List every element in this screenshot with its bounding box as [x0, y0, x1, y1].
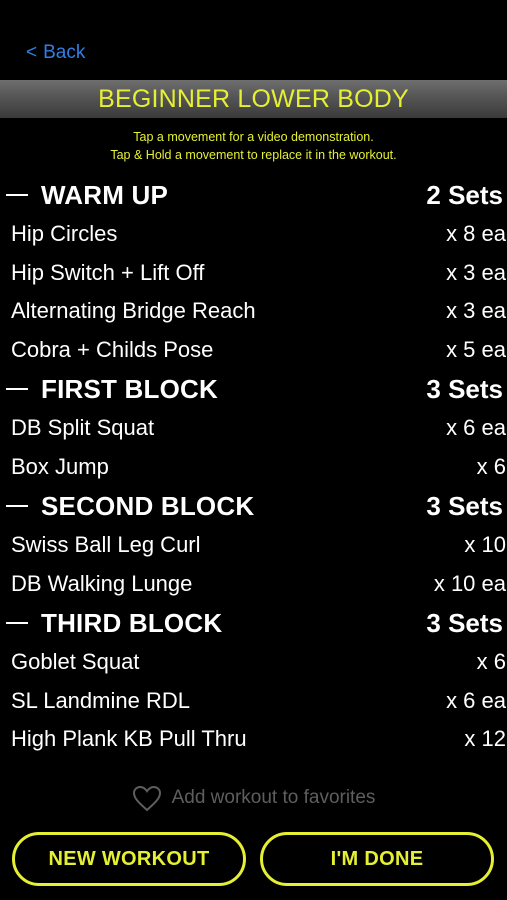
heart-outline-icon: [132, 785, 161, 811]
exercise-row[interactable]: Goblet Squat x 6: [0, 643, 507, 682]
section-header-second-block[interactable]: SECOND BLOCK 3 Sets: [0, 486, 507, 526]
exercise-reps: x 6 ea: [446, 687, 506, 713]
exercise-name: High Plank KB Pull Thru: [11, 726, 247, 752]
instruction-line-tap: Tap a movement for a video demonstration…: [133, 130, 374, 144]
exercise-reps: x 6: [476, 453, 506, 479]
exercise-name: Box Jump: [11, 453, 109, 479]
exercise-row[interactable]: Alternating Bridge Reach x 3 ea: [0, 292, 507, 331]
exercise-name: SL Landmine RDL: [11, 687, 190, 713]
exercise-row[interactable]: SL Landmine RDL x 6 ea: [0, 682, 507, 721]
back-chevron-icon: <: [26, 42, 38, 63]
section-header-third-block[interactable]: THIRD BLOCK 3 Sets: [0, 603, 507, 643]
exercise-row[interactable]: Hip Switch + Lift Off x 3 ea: [0, 254, 507, 293]
section-title: THIRD BLOCK: [41, 607, 223, 638]
section-sets: 2 Sets: [426, 179, 503, 210]
new-workout-button[interactable]: NEW WORKOUT: [12, 832, 246, 886]
exercise-reps: x 10 ea: [433, 570, 506, 596]
exercise-reps: x 10: [464, 532, 506, 558]
exercise-reps: x 3 ea: [446, 298, 506, 324]
section-title: FIRST BLOCK: [41, 373, 218, 404]
exercise-name: Goblet Squat: [11, 649, 140, 675]
collapse-dash-icon: [6, 193, 28, 197]
exercise-reps: x 6: [476, 649, 506, 675]
exercise-name: Alternating Bridge Reach: [11, 298, 256, 324]
page-title: BEGINNER LOWER BODY: [98, 84, 409, 113]
add-to-favorites-button[interactable]: Add workout to favorites: [0, 782, 507, 814]
collapse-dash-icon: [6, 621, 28, 625]
collapse-dash-icon: [6, 387, 28, 391]
workout-list: WARM UP 2 Sets Hip Circles x 8 ea Hip Sw…: [0, 175, 507, 759]
exercise-reps: x 5 ea: [446, 336, 506, 362]
exercise-name: Hip Switch + Lift Off: [11, 259, 205, 285]
instruction-line-hold: Tap & Hold a movement to replace it in t…: [110, 148, 397, 162]
exercise-name: Cobra + Childs Pose: [11, 336, 214, 362]
exercise-row[interactable]: Cobra + Childs Pose x 5 ea: [0, 331, 507, 370]
exercise-row[interactable]: Swiss Ball Leg Curl x 10: [0, 526, 507, 565]
exercise-row[interactable]: DB Split Squat x 6 ea: [0, 409, 507, 448]
section-header-warm-up[interactable]: WARM UP 2 Sets: [0, 175, 507, 215]
section-title: WARM UP: [41, 179, 169, 210]
exercise-name: Hip Circles: [11, 221, 118, 247]
exercise-row[interactable]: High Plank KB Pull Thru x 12: [0, 720, 507, 759]
collapse-dash-icon: [6, 504, 28, 508]
exercise-reps: x 3 ea: [446, 259, 506, 285]
exercise-reps: x 6 ea: [446, 415, 506, 441]
section-sets: 3 Sets: [426, 490, 503, 521]
exercise-row[interactable]: Hip Circles x 8 ea: [0, 215, 507, 254]
title-bar: BEGINNER LOWER BODY: [0, 80, 507, 118]
done-button[interactable]: I'M DONE: [260, 832, 494, 886]
back-button[interactable]: < Back: [26, 40, 85, 66]
favorites-label: Add workout to favorites: [171, 787, 376, 808]
section-header-first-block[interactable]: FIRST BLOCK 3 Sets: [0, 369, 507, 409]
exercise-row[interactable]: DB Walking Lunge x 10 ea: [0, 565, 507, 604]
section-sets: 3 Sets: [426, 373, 503, 404]
exercise-name: Swiss Ball Leg Curl: [11, 532, 201, 558]
exercise-name: DB Walking Lunge: [11, 570, 193, 596]
section-title: SECOND BLOCK: [41, 490, 255, 521]
back-label: Back: [43, 42, 86, 63]
section-sets: 3 Sets: [426, 607, 503, 638]
exercise-reps: x 8 ea: [446, 221, 506, 247]
instructions: Tap a movement for a video demonstration…: [0, 128, 507, 164]
exercise-name: DB Split Squat: [11, 415, 155, 441]
exercise-row[interactable]: Box Jump x 6: [0, 448, 507, 487]
exercise-reps: x 12: [464, 726, 506, 752]
